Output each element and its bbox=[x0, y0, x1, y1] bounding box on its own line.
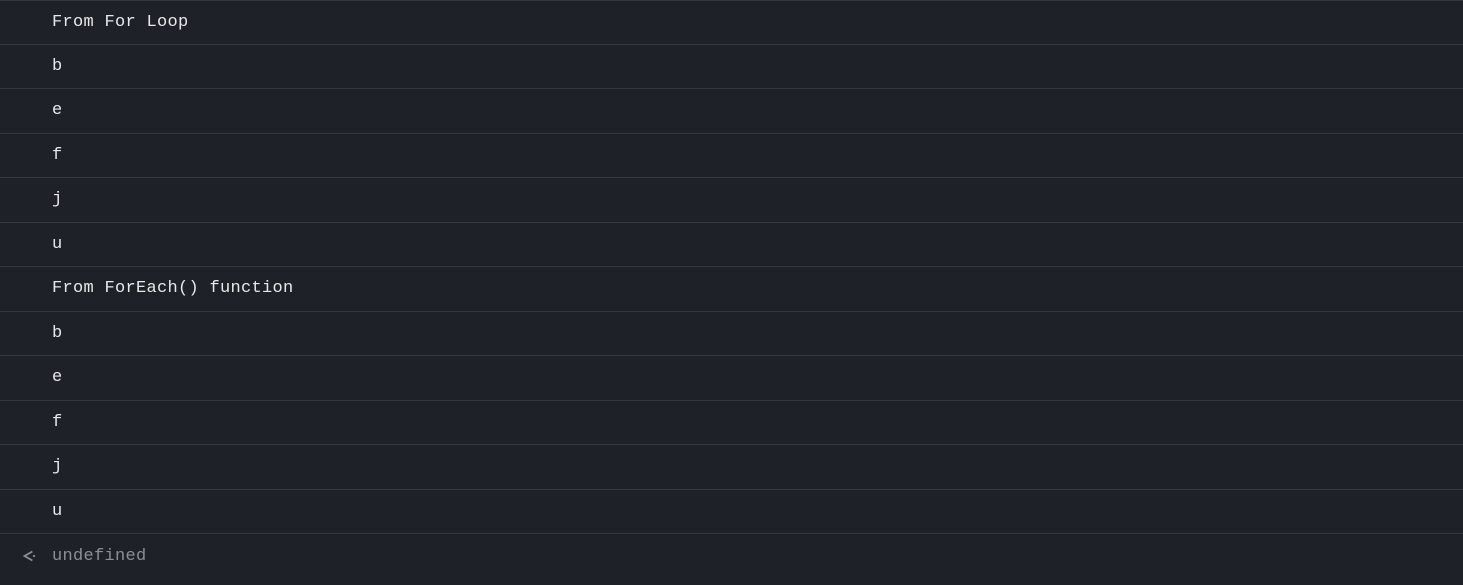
console-line: e bbox=[0, 356, 1463, 401]
console-line: u bbox=[0, 490, 1463, 535]
console-line-text: From For Loop bbox=[52, 13, 189, 32]
console-line: From ForEach() function bbox=[0, 267, 1463, 312]
return-arrow-icon bbox=[20, 547, 38, 565]
console-result-text: undefined bbox=[52, 547, 147, 566]
console-line-text: u bbox=[52, 235, 63, 254]
console-line: u bbox=[0, 223, 1463, 268]
console-line-text: b bbox=[52, 57, 63, 76]
console-line: j bbox=[0, 445, 1463, 490]
console-line-text: e bbox=[52, 101, 63, 120]
console-output: From For Loop b e f j u From ForEach() f… bbox=[0, 0, 1463, 579]
console-line-text: f bbox=[52, 146, 63, 165]
console-line: b bbox=[0, 312, 1463, 357]
console-line-text: j bbox=[52, 190, 63, 209]
console-line-text: e bbox=[52, 368, 63, 387]
console-line: j bbox=[0, 178, 1463, 223]
console-line-text: f bbox=[52, 413, 63, 432]
console-line-text: j bbox=[52, 457, 63, 476]
console-line: f bbox=[0, 401, 1463, 446]
console-line-text: b bbox=[52, 324, 63, 343]
console-line-text: u bbox=[52, 502, 63, 521]
console-line: From For Loop bbox=[0, 0, 1463, 45]
console-line: b bbox=[0, 45, 1463, 90]
console-line: f bbox=[0, 134, 1463, 179]
console-line-text: From ForEach() function bbox=[52, 279, 294, 298]
console-line: e bbox=[0, 89, 1463, 134]
console-result-line: undefined bbox=[0, 534, 1463, 579]
